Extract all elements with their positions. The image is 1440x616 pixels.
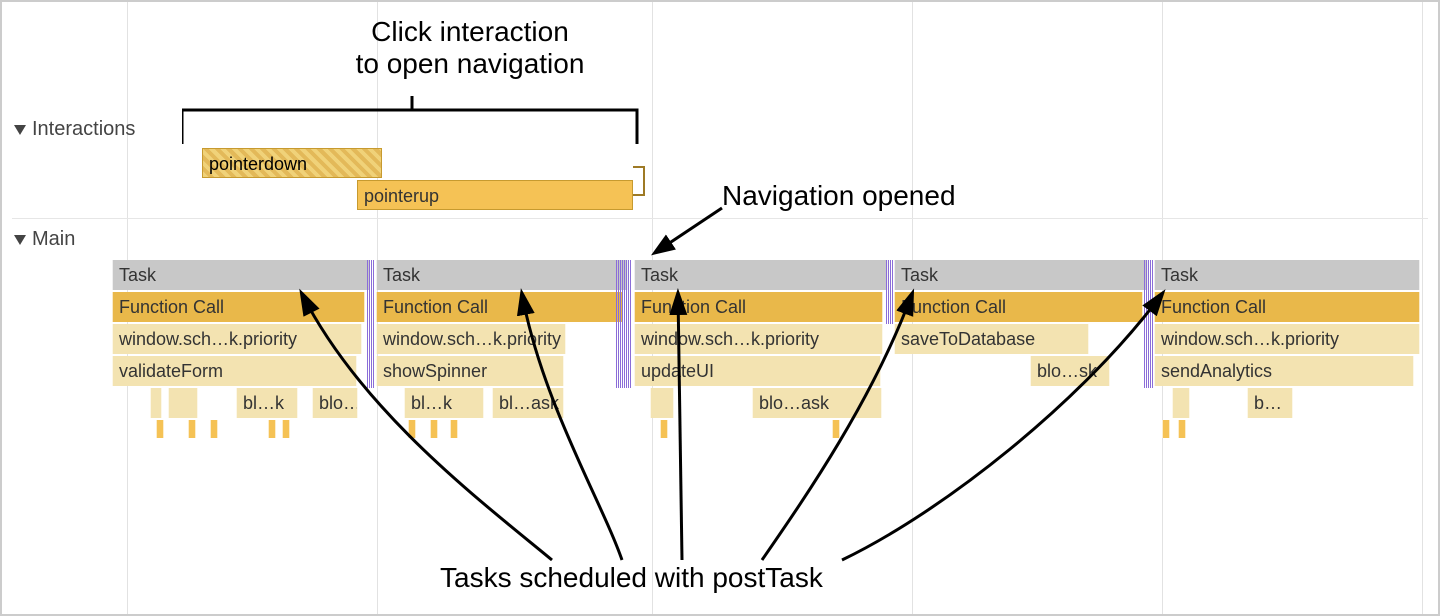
flame-row-3: window.sch…k.priority window.sch…k.prior… bbox=[112, 324, 1426, 354]
idle-sliver bbox=[1144, 260, 1154, 388]
track-main-label: Main bbox=[32, 228, 75, 250]
call-block[interactable]: blo…sk bbox=[1030, 356, 1110, 386]
call-block[interactable]: bl…ask bbox=[492, 388, 564, 418]
flame-row-task: Task Task Task Task Task bbox=[112, 260, 1426, 290]
idle-sliver bbox=[886, 260, 894, 324]
call-block[interactable]: window.sch…k.priority bbox=[112, 324, 362, 354]
interaction-pointerdown[interactable]: pointerdown bbox=[202, 148, 382, 178]
call-block[interactable]: bl…k bbox=[404, 388, 484, 418]
track-main[interactable]: Main bbox=[14, 228, 75, 251]
bracket-top bbox=[182, 96, 662, 148]
function-call-block[interactable]: Function Call bbox=[1154, 292, 1420, 322]
call-block[interactable]: window.sch…k.priority bbox=[1154, 324, 1420, 354]
track-interactions-label: Interactions bbox=[32, 118, 135, 140]
call-block[interactable]: blo…sk bbox=[312, 388, 358, 418]
flame-row-4: validateForm showSpinner updateUI blo…sk… bbox=[112, 356, 1426, 386]
idle-sliver bbox=[616, 260, 632, 388]
function-call-block[interactable]: Function Call bbox=[634, 292, 883, 322]
call-block[interactable] bbox=[168, 388, 198, 418]
call-block[interactable]: blo…ask bbox=[752, 388, 882, 418]
task-block[interactable]: Task bbox=[894, 260, 1148, 290]
interaction-pointerup[interactable]: pointerup bbox=[357, 180, 633, 210]
track-interactions[interactable]: Interactions bbox=[14, 118, 135, 141]
call-block[interactable]: b… bbox=[1247, 388, 1293, 418]
function-call-block[interactable]: Function Call bbox=[112, 292, 365, 322]
call-block[interactable]: showSpinner bbox=[376, 356, 564, 386]
call-block[interactable]: bl…k bbox=[236, 388, 298, 418]
interaction-endcap bbox=[633, 166, 645, 196]
flame-row-5: bl…k blo…sk bl…k bl…ask blo…ask b… bbox=[112, 388, 1426, 418]
flame-row-ticks bbox=[112, 420, 1426, 450]
task-block[interactable]: Task bbox=[112, 260, 370, 290]
call-block[interactable]: sendAnalytics bbox=[1154, 356, 1414, 386]
devtools-flame-diagram: Click interaction to open navigation Int… bbox=[0, 0, 1440, 616]
call-block[interactable]: validateForm bbox=[112, 356, 357, 386]
annotation-nav-opened: Navigation opened bbox=[722, 180, 956, 212]
call-block[interactable] bbox=[150, 388, 162, 418]
flame-row-function: Function Call Function Call Function Cal… bbox=[112, 292, 1426, 322]
call-block[interactable]: updateUI bbox=[634, 356, 881, 386]
arrow-nav-opened bbox=[642, 202, 732, 262]
task-block[interactable]: Task bbox=[376, 260, 628, 290]
chevron-down-icon bbox=[14, 125, 26, 135]
task-block[interactable]: Task bbox=[1154, 260, 1420, 290]
function-call-block[interactable]: Function Call bbox=[376, 292, 623, 322]
chevron-down-icon bbox=[14, 235, 26, 245]
function-call-block[interactable]: Function Call bbox=[894, 292, 1143, 322]
call-block[interactable] bbox=[650, 388, 674, 418]
call-block[interactable] bbox=[1172, 388, 1190, 418]
annotation-line1: Click interaction bbox=[280, 16, 660, 48]
task-block[interactable]: Task bbox=[634, 260, 888, 290]
call-block[interactable]: window.sch…k.priority bbox=[376, 324, 566, 354]
annotation-bottom: Tasks scheduled with postTask bbox=[440, 562, 823, 594]
call-block[interactable]: window.sch…k.priority bbox=[634, 324, 883, 354]
idle-sliver bbox=[367, 260, 375, 388]
annotation-click-interaction: Click interaction to open navigation bbox=[280, 16, 660, 80]
call-block[interactable]: saveToDatabase bbox=[894, 324, 1089, 354]
annotation-line2: to open navigation bbox=[280, 48, 660, 80]
